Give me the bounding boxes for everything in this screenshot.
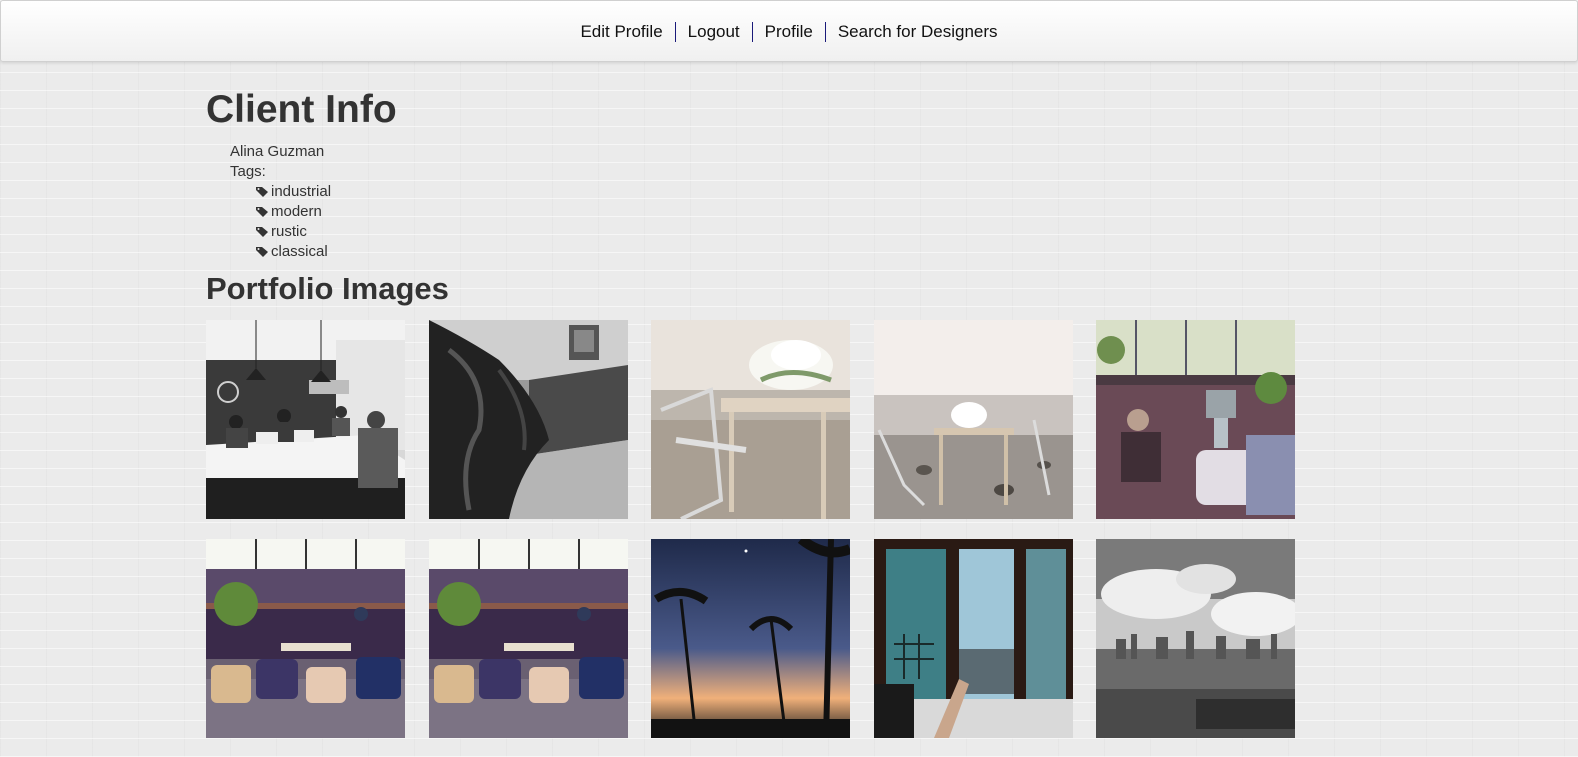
portfolio-image-sofa[interactable] [428, 539, 628, 738]
nav-logout-link[interactable]: Logout [676, 22, 752, 42]
portfolio-image-sofa[interactable] [206, 539, 405, 738]
client-info-heading: Client Info [206, 88, 397, 131]
portfolio-image-shoreline-table[interactable] [873, 320, 1073, 519]
portfolio-grid [206, 320, 1296, 738]
tag-label: modern [271, 203, 322, 220]
nav-links: Edit Profile Logout Profile Search for D… [1, 21, 1577, 43]
portfolio-image-palm-sunset[interactable] [651, 539, 850, 738]
portfolio-images-heading: Portfolio Images [206, 271, 449, 306]
portfolio-image-beach-table[interactable] [651, 320, 850, 519]
tag-label: industrial [271, 183, 332, 200]
tag-icon [256, 187, 268, 197]
tag-list: industrial modern rustic classical [230, 182, 1306, 262]
tag-label: classical [271, 243, 328, 260]
top-navbar: Edit Profile Logout Profile Search for D… [0, 0, 1578, 62]
main-content: Client Info Alina Guzman Tags: industria… [206, 86, 1306, 306]
portfolio-image-plant-billiard[interactable] [428, 320, 628, 519]
portfolio-image-city-skyline[interactable] [1096, 539, 1295, 738]
portfolio-image-lounge[interactable] [1096, 320, 1295, 519]
portfolio-image-office-meeting[interactable] [206, 320, 405, 519]
tag-icon [256, 207, 268, 217]
tag-icon [256, 227, 268, 237]
tag-item: modern [255, 202, 1306, 222]
client-name: Alina Guzman [230, 143, 325, 160]
portfolio-image-window-view[interactable] [873, 539, 1073, 738]
tag-icon [256, 247, 268, 257]
nav-profile-link[interactable]: Profile [753, 22, 825, 42]
tags-label: Tags: [230, 163, 266, 180]
nav-search-designers-link[interactable]: Search for Designers [826, 22, 1010, 42]
nav-edit-profile-link[interactable]: Edit Profile [568, 22, 674, 42]
tag-item: classical [255, 242, 1306, 262]
client-details: Alina Guzman Tags: industrial modern rus… [230, 142, 1306, 262]
tag-item: industrial [255, 182, 1306, 202]
tag-label: rustic [271, 223, 307, 240]
tag-item: rustic [255, 222, 1306, 242]
